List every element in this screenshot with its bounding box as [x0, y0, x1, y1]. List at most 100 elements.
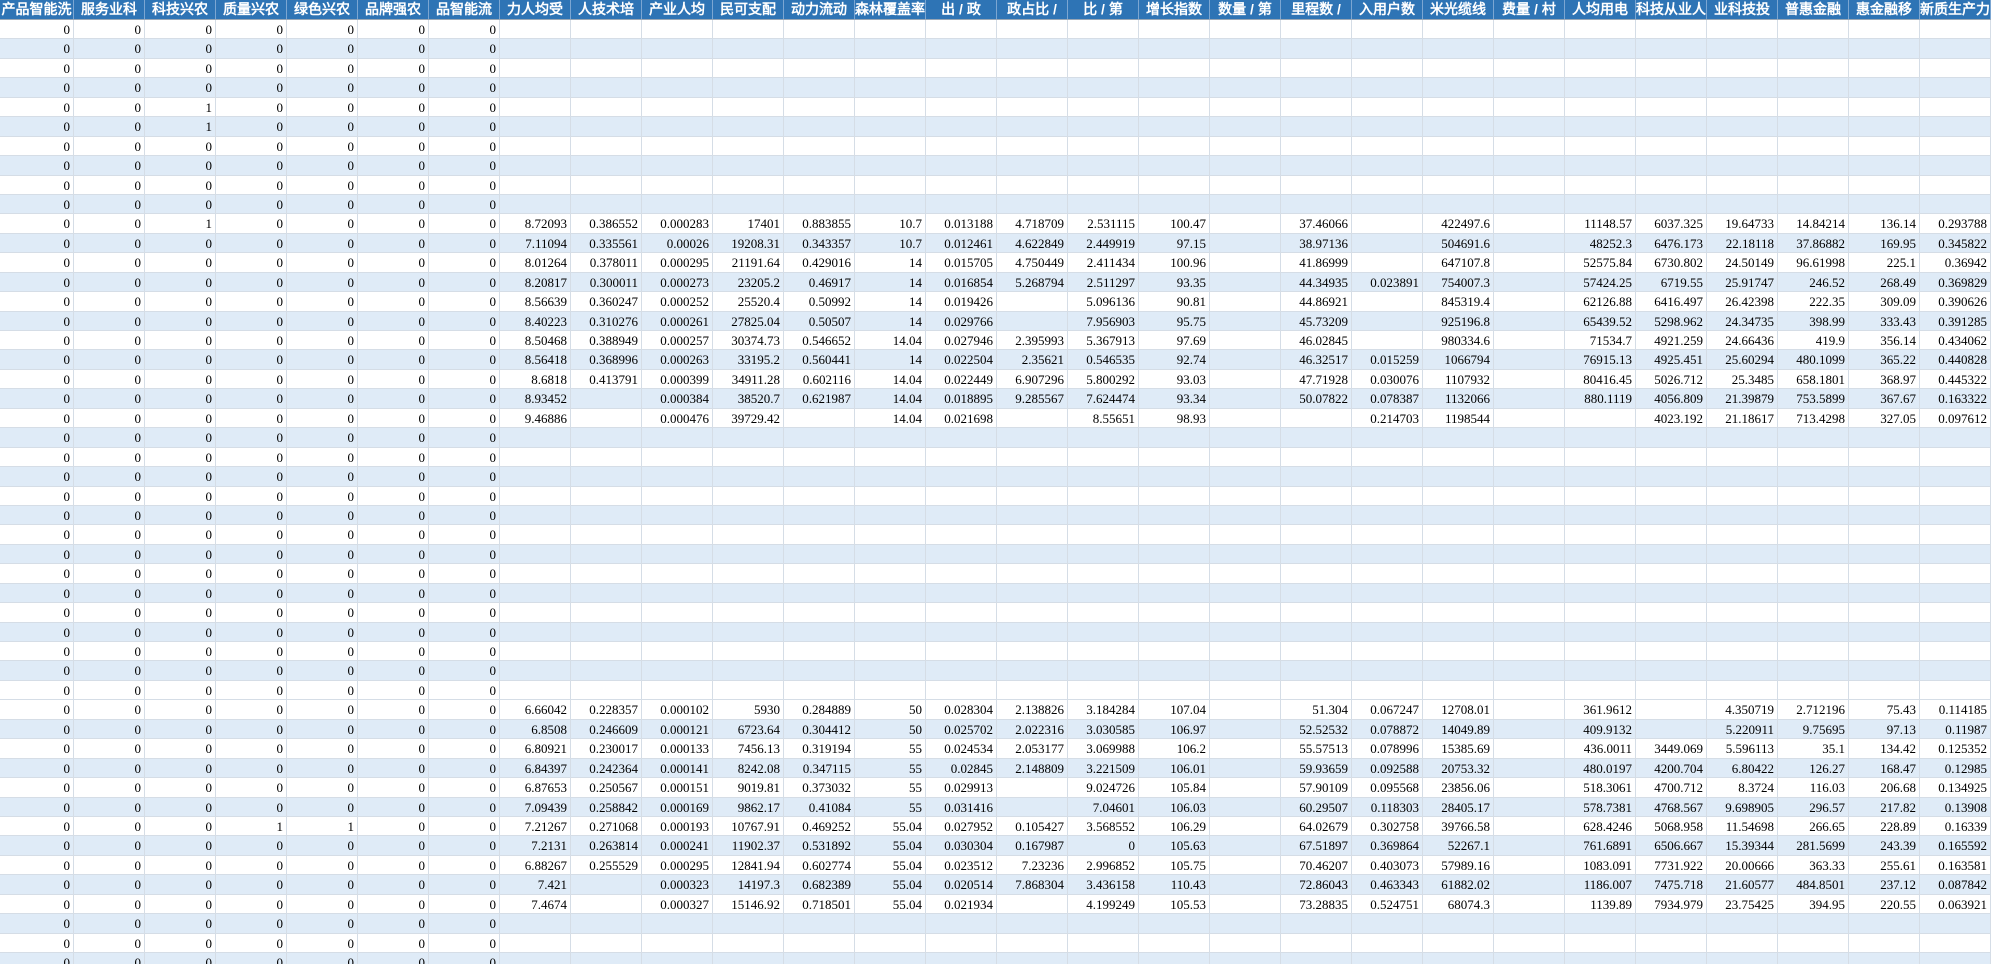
cell[interactable]: 0 [74, 117, 145, 137]
cell[interactable]: 4056.809 [1636, 389, 1707, 409]
cell[interactable]: 7.4674 [500, 894, 571, 915]
cell[interactable]: 0 [358, 39, 429, 59]
cell[interactable]: 0.134925 [1920, 778, 1991, 798]
cell[interactable] [1423, 583, 1494, 604]
cell[interactable] [784, 914, 855, 934]
cell[interactable]: 17401 [713, 214, 784, 234]
cell[interactable] [1352, 486, 1423, 506]
cell[interactable]: 0 [358, 719, 429, 740]
cell[interactable]: 0 [358, 505, 429, 526]
cell[interactable] [1565, 78, 1636, 98]
cell[interactable]: 0 [429, 428, 500, 448]
cell[interactable] [855, 194, 926, 215]
cell[interactable] [1281, 505, 1352, 526]
cell[interactable]: 0 [145, 836, 216, 856]
cell[interactable]: 0 [216, 719, 287, 740]
cell[interactable]: 0 [216, 758, 287, 779]
cell[interactable] [1423, 622, 1494, 642]
cell[interactable] [1068, 505, 1139, 526]
cell[interactable]: 6.66042 [500, 700, 571, 720]
cell[interactable]: 578.7381 [1565, 797, 1636, 817]
cell[interactable]: 0 [358, 331, 429, 351]
cell[interactable]: 0 [287, 136, 358, 157]
cell[interactable] [571, 78, 642, 98]
cell[interactable] [1281, 175, 1352, 195]
cell[interactable]: 55.04 [855, 875, 926, 895]
cell[interactable]: 0 [287, 467, 358, 487]
cell[interactable] [1423, 525, 1494, 545]
cell[interactable] [1423, 428, 1494, 448]
cell[interactable] [1849, 486, 1920, 506]
cell[interactable]: 0 [358, 428, 429, 448]
cell[interactable]: 25.91747 [1707, 272, 1778, 293]
cell[interactable] [1423, 505, 1494, 526]
cell[interactable] [1210, 778, 1281, 798]
cell[interactable]: 2.996852 [1068, 855, 1139, 876]
cell[interactable]: 2.148809 [997, 758, 1068, 779]
cell[interactable]: 0 [74, 914, 145, 934]
cell[interactable]: 0 [74, 505, 145, 526]
cell[interactable] [1778, 136, 1849, 157]
cell[interactable] [1778, 175, 1849, 195]
cell[interactable] [1778, 661, 1849, 681]
cell[interactable] [1920, 58, 1991, 79]
cell[interactable]: 65439.52 [1565, 311, 1636, 331]
cell[interactable]: 0 [74, 253, 145, 273]
cell[interactable]: 0 [429, 525, 500, 545]
cell[interactable] [855, 622, 926, 642]
cell[interactable] [1920, 117, 1991, 137]
cell[interactable]: 0.024534 [926, 739, 997, 759]
cell[interactable]: 753.5899 [1778, 389, 1849, 409]
cell[interactable] [1494, 564, 1565, 584]
cell[interactable]: 0 [358, 894, 429, 915]
cell[interactable]: 0.302758 [1352, 816, 1423, 837]
cell[interactable]: 0 [358, 175, 429, 195]
cell[interactable] [926, 97, 997, 118]
column-header[interactable]: 动力流动 [784, 0, 855, 19]
cell[interactable]: 0 [0, 408, 74, 429]
cell[interactable] [1139, 953, 1210, 964]
cell[interactable]: 480.1099 [1778, 350, 1849, 370]
cell[interactable] [997, 78, 1068, 98]
cell[interactable] [855, 175, 926, 195]
cell[interactable]: 0 [429, 739, 500, 759]
cell[interactable]: 0 [287, 622, 358, 642]
cell[interactable] [1139, 486, 1210, 506]
cell[interactable] [571, 505, 642, 526]
cell[interactable]: 0 [216, 447, 287, 468]
cell[interactable]: 0 [429, 816, 500, 837]
cell[interactable]: 0 [287, 486, 358, 506]
cell[interactable]: 409.9132 [1565, 719, 1636, 740]
cell[interactable] [784, 58, 855, 79]
cell[interactable] [1210, 78, 1281, 98]
cell[interactable]: 0.369829 [1920, 272, 1991, 293]
cell[interactable] [1707, 525, 1778, 545]
cell[interactable]: 0.000133 [642, 739, 713, 759]
cell[interactable] [1778, 564, 1849, 584]
cell[interactable]: 0.602774 [784, 855, 855, 876]
cell[interactable]: 67.51897 [1281, 836, 1352, 856]
cell[interactable]: 484.8501 [1778, 875, 1849, 895]
cell[interactable] [1423, 175, 1494, 195]
cell[interactable]: 97.69 [1139, 331, 1210, 351]
cell[interactable]: 0 [74, 642, 145, 662]
column-header[interactable]: 产业人均 [642, 0, 713, 19]
cell[interactable] [1139, 583, 1210, 604]
cell[interactable] [997, 505, 1068, 526]
cell[interactable]: 0.000141 [642, 758, 713, 779]
cell[interactable]: 0 [0, 661, 74, 681]
cell[interactable] [571, 933, 642, 953]
cell[interactable]: 26.42398 [1707, 292, 1778, 312]
cell[interactable] [1139, 564, 1210, 584]
cell[interactable]: 0.373032 [784, 778, 855, 798]
cell[interactable]: 0 [358, 661, 429, 681]
cell[interactable]: 0 [145, 583, 216, 604]
cell[interactable] [500, 525, 571, 545]
cell[interactable] [784, 408, 855, 429]
cell[interactable]: 2.053177 [997, 739, 1068, 759]
cell[interactable]: 0 [358, 816, 429, 837]
cell[interactable] [1494, 214, 1565, 234]
cell[interactable]: 0 [429, 953, 500, 964]
cell[interactable]: 70.46207 [1281, 855, 1352, 876]
cell[interactable] [713, 175, 784, 195]
